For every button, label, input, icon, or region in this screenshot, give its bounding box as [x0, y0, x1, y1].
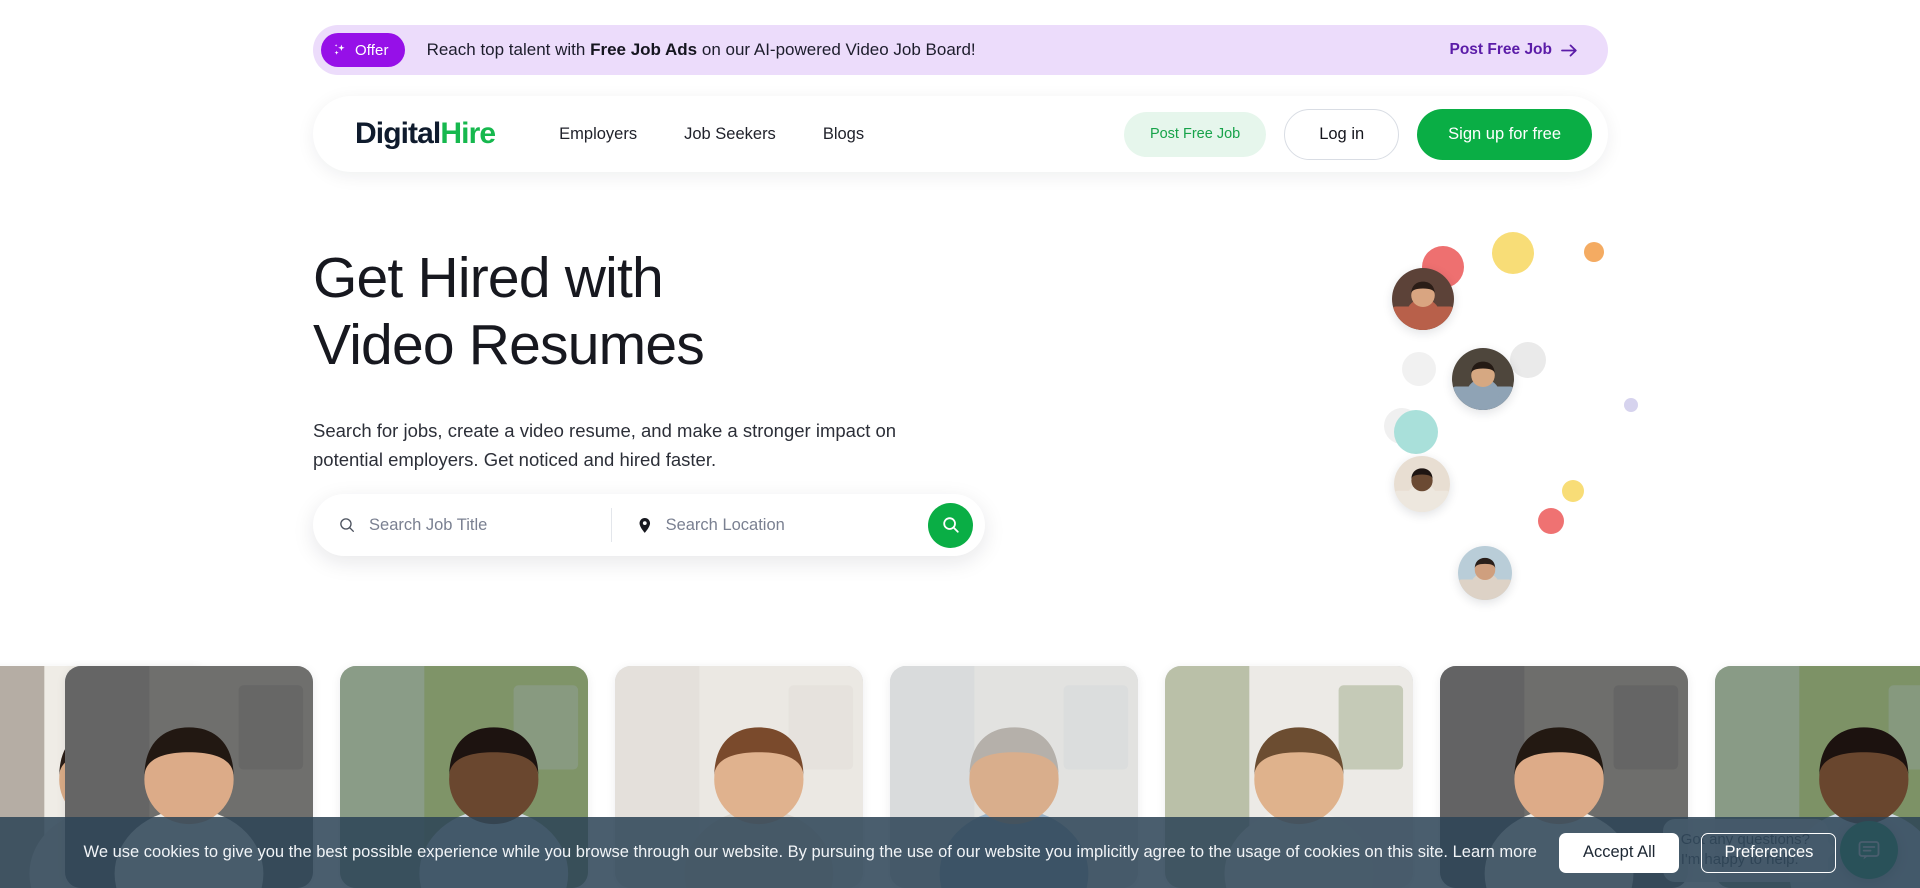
- nav-links: Employers Job Seekers Blogs: [559, 125, 864, 144]
- hero-subtitle: Search for jobs, create a video resume, …: [313, 419, 897, 471]
- nav-link-employers[interactable]: Employers: [559, 125, 637, 144]
- bubble-coral-low: [1538, 508, 1564, 534]
- offer-badge: Offer: [321, 33, 405, 67]
- search-submit-button[interactable]: [928, 502, 973, 548]
- nav-link-job-seekers[interactable]: Job Seekers: [684, 125, 776, 144]
- sparkle-icon: [334, 44, 345, 55]
- hero-bubble-illustration: [1140, 220, 1638, 640]
- location-field[interactable]: [638, 494, 928, 556]
- post-free-job-button[interactable]: Post Free Job: [1123, 111, 1267, 157]
- search-icon: [942, 517, 959, 533]
- offer-cta-label: Post Free Job: [1449, 41, 1553, 58]
- signup-button[interactable]: Sign up for free: [1417, 108, 1592, 160]
- bubble-photo-person-hoodie: [1458, 546, 1512, 600]
- cookie-consent-banner: We use cookies to give you the best poss…: [0, 817, 1920, 888]
- offer-banner-message: Reach top talent with Free Job Ads on ou…: [427, 40, 976, 60]
- hero-title: Get Hired with Video Resumes: [313, 245, 1003, 380]
- bubble-yellow-top: [1492, 232, 1534, 274]
- bubble-photo-woman-red-top: [1392, 268, 1454, 330]
- login-button[interactable]: Log in: [1284, 108, 1400, 160]
- logo-text-hire: Hire: [440, 117, 496, 150]
- bubble-photo-person-glasses: [1394, 456, 1450, 512]
- logo-text-digital: Digital: [355, 117, 441, 150]
- bubble-lavender-dot: [1624, 398, 1638, 412]
- cookie-preferences-button[interactable]: Preferences: [1701, 832, 1837, 873]
- main-navbar: DigitalHire Employers Job Seekers Blogs …: [313, 96, 1608, 172]
- cookie-message: We use cookies to give you the best poss…: [84, 843, 1537, 862]
- bubble-mint: [1394, 410, 1438, 454]
- bubble-grey-faint: [1402, 352, 1436, 386]
- bubble-grey-right: [1510, 342, 1546, 378]
- offer-badge-label: Offer: [355, 41, 389, 59]
- job-search-bar: [313, 494, 985, 556]
- job-title-field[interactable]: [339, 494, 611, 556]
- offer-post-free-job-link[interactable]: Post Free Job: [1450, 41, 1579, 59]
- offer-text-before: Reach top talent with: [426, 40, 591, 59]
- search-divider: [611, 508, 612, 542]
- nav-link-blogs[interactable]: Blogs: [823, 125, 864, 144]
- hero-content: Get Hired with Video Resumes Search for …: [313, 245, 1003, 475]
- bubble-orange-small: [1584, 242, 1604, 262]
- page-root: Offer Reach top talent with Free Job Ads…: [0, 0, 1920, 888]
- offer-banner: Offer Reach top talent with Free Job Ads…: [313, 25, 1608, 75]
- offer-text-after: on our AI-powered Video Job Board!: [697, 40, 976, 59]
- cookie-learn-more-link[interactable]: Learn more: [1453, 843, 1537, 861]
- search-job-title-input[interactable]: [369, 515, 611, 535]
- hero-title-line2: Video Resumes: [313, 313, 705, 378]
- bubble-yellow-low: [1562, 480, 1584, 502]
- bubble-photo-man-headphones: [1452, 348, 1514, 410]
- search-icon: [340, 518, 354, 532]
- search-location-input[interactable]: [665, 515, 928, 535]
- offer-text-bold: Free Job Ads: [590, 40, 698, 59]
- cookie-message-text: We use cookies to give you the best poss…: [83, 843, 1449, 861]
- cookie-accept-all-button[interactable]: Accept All: [1559, 832, 1680, 873]
- site-logo[interactable]: DigitalHire: [355, 117, 496, 150]
- hero-title-line1: Get Hired with: [313, 246, 664, 310]
- map-pin-icon: [639, 517, 651, 533]
- nav-actions: Post Free Job Log in Sign up for free: [1123, 108, 1592, 160]
- arrow-right-icon: [1561, 44, 1577, 56]
